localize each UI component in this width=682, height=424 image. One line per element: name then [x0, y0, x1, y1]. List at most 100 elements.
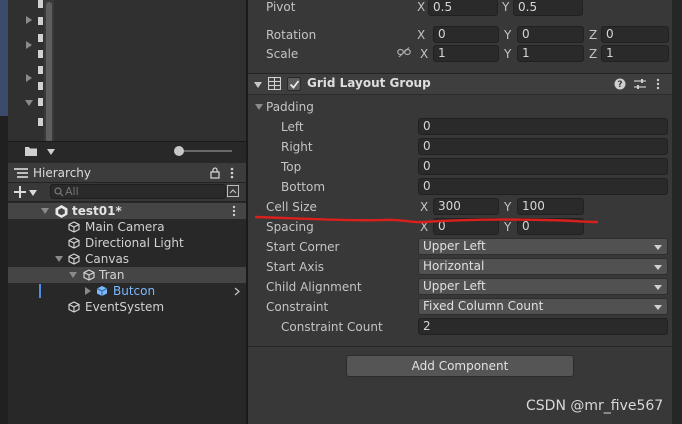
collapse-arrow-icon[interactable] [69, 272, 77, 278]
expand-arrow-icon[interactable] [26, 16, 32, 24]
padding-right-label: Right [281, 140, 313, 154]
project-scrollbar[interactable] [44, 0, 54, 146]
hierarchy-item-label: Tran [99, 268, 125, 282]
gameobject-cube-icon [68, 237, 80, 249]
padding-left-field[interactable]: 0 [418, 118, 668, 135]
scale-x-field[interactable]: 1 [433, 45, 499, 62]
collapse-arrow-icon[interactable] [41, 208, 49, 214]
chevron-right-icon[interactable] [234, 287, 240, 296]
rotation-label: Rotation [266, 28, 317, 42]
padding-bottom-label: Bottom [281, 180, 326, 194]
more-options-icon[interactable] [232, 205, 236, 217]
padding-left-label: Left [281, 120, 304, 134]
child-alignment-label: Child Alignment [266, 280, 362, 294]
scale-y-field[interactable]: 1 [517, 45, 584, 62]
hierarchy-item-main-camera[interactable]: Main Camera [8, 219, 246, 235]
chevron-down-icon[interactable] [29, 190, 37, 196]
collapse-arrow-icon[interactable] [55, 256, 63, 262]
start-corner-label: Start Corner [266, 240, 340, 254]
watermark: CSDN @mr_five567 [526, 398, 664, 414]
svg-text:?: ? [617, 80, 622, 90]
scale-label: Scale [266, 47, 299, 61]
search-input[interactable] [65, 185, 215, 198]
add-icon[interactable] [14, 186, 26, 198]
check-icon [289, 80, 300, 89]
start-axis-dropdown[interactable]: Horizontal [418, 258, 668, 275]
pivot-label: Pivot [266, 0, 296, 14]
folder-icon [38, 118, 43, 126]
hierarchy-item-test01[interactable]: test01* [8, 203, 246, 219]
prefab-cube-icon [96, 286, 108, 296]
component-title: Grid Layout Group [307, 76, 431, 90]
padding-top-label: Top [281, 160, 302, 174]
axis-z-label[interactable]: Z [589, 47, 597, 61]
pivot-x-field[interactable]: 0.5 [428, 0, 498, 16]
component-separator [248, 346, 672, 347]
collapse-arrow-icon[interactable] [25, 100, 33, 106]
slider-handle[interactable] [174, 146, 184, 156]
help-icon[interactable]: ? [614, 78, 626, 90]
start-corner-dropdown[interactable]: Upper Left [418, 238, 668, 255]
axis-z-label[interactable]: Z [589, 28, 597, 42]
constraint-dropdown[interactable]: Fixed Column Count [418, 298, 668, 315]
hierarchy-item-tran[interactable]: Tran [8, 267, 246, 283]
expand-arrow-icon[interactable] [85, 287, 91, 295]
component-foldout-icon[interactable] [254, 82, 262, 88]
chevron-down-icon[interactable] [47, 149, 55, 155]
list-icon [14, 168, 28, 178]
chevron-down-icon [654, 285, 662, 290]
scale-z-field[interactable]: 1 [601, 45, 669, 62]
hierarchy-item-directional-light[interactable]: Directional Light [8, 235, 246, 251]
padding-top-field[interactable]: 0 [418, 158, 668, 175]
padding-right-field[interactable]: 0 [418, 138, 668, 155]
grid-layout-icon [268, 77, 281, 90]
scene-visibility-icon[interactable] [227, 185, 239, 197]
more-options-icon[interactable] [230, 167, 234, 179]
axis-x-label[interactable]: X [420, 47, 428, 61]
padding-bottom-field[interactable]: 0 [418, 178, 668, 195]
axis-x-label[interactable]: X [417, 28, 425, 42]
hierarchy-tab[interactable]: Hierarchy [8, 163, 246, 183]
rotation-x-field[interactable]: 0 [433, 26, 499, 43]
folder-icon [38, 50, 43, 58]
padding-foldout-icon[interactable] [255, 104, 263, 110]
constraint-count-field[interactable]: 2 [418, 318, 668, 335]
start-axis-label: Start Axis [266, 260, 325, 274]
expand-arrow-icon[interactable] [26, 41, 32, 49]
folder-icon[interactable] [24, 145, 38, 157]
hierarchy-search[interactable] [50, 184, 226, 199]
chevron-down-icon [654, 305, 662, 310]
folder-icon [38, 82, 43, 90]
hierarchy-item-eventsystem[interactable]: EventSystem [8, 299, 246, 315]
right-edge-strip [672, 0, 682, 424]
rotation-z-field[interactable]: 0 [601, 26, 669, 43]
lock-icon[interactable] [210, 167, 220, 179]
hierarchy-item-label: Directional Light [85, 236, 184, 250]
axis-x-label[interactable]: X [417, 0, 425, 14]
expand-arrow-icon[interactable] [26, 74, 32, 82]
gameobject-cube-icon [68, 301, 80, 313]
hierarchy-item-label: Main Camera [85, 220, 165, 234]
preset-settings-icon[interactable] [634, 78, 646, 90]
gameobject-cube-icon [83, 269, 95, 281]
child-alignment-dropdown[interactable]: Upper Left [418, 278, 668, 295]
gameobject-cube-icon [68, 253, 80, 265]
constraint-count-label: Constraint Count [281, 320, 383, 334]
start-axis-value: Horizontal [423, 259, 485, 273]
pivot-y-field[interactable]: 0.5 [513, 0, 583, 16]
icon-size-slider[interactable] [178, 150, 232, 152]
component-enabled-checkbox[interactable] [287, 77, 301, 91]
link-constrain-icon[interactable] [397, 47, 411, 58]
axis-y-label[interactable]: Y [504, 47, 511, 61]
gameobject-cube-icon [68, 221, 80, 233]
more-options-icon[interactable] [656, 78, 660, 90]
folder-icon [38, 98, 43, 106]
hierarchy-item-butcon[interactable]: Butcon [8, 283, 246, 299]
hierarchy-item-canvas[interactable]: Canvas [8, 251, 246, 267]
axis-y-label[interactable]: Y [504, 28, 511, 42]
child-alignment-value: Upper Left [423, 279, 486, 293]
add-component-button[interactable]: Add Component [346, 355, 574, 377]
folder-icon [38, 66, 43, 74]
axis-y-label[interactable]: Y [502, 0, 509, 14]
rotation-y-field[interactable]: 0 [517, 26, 584, 43]
